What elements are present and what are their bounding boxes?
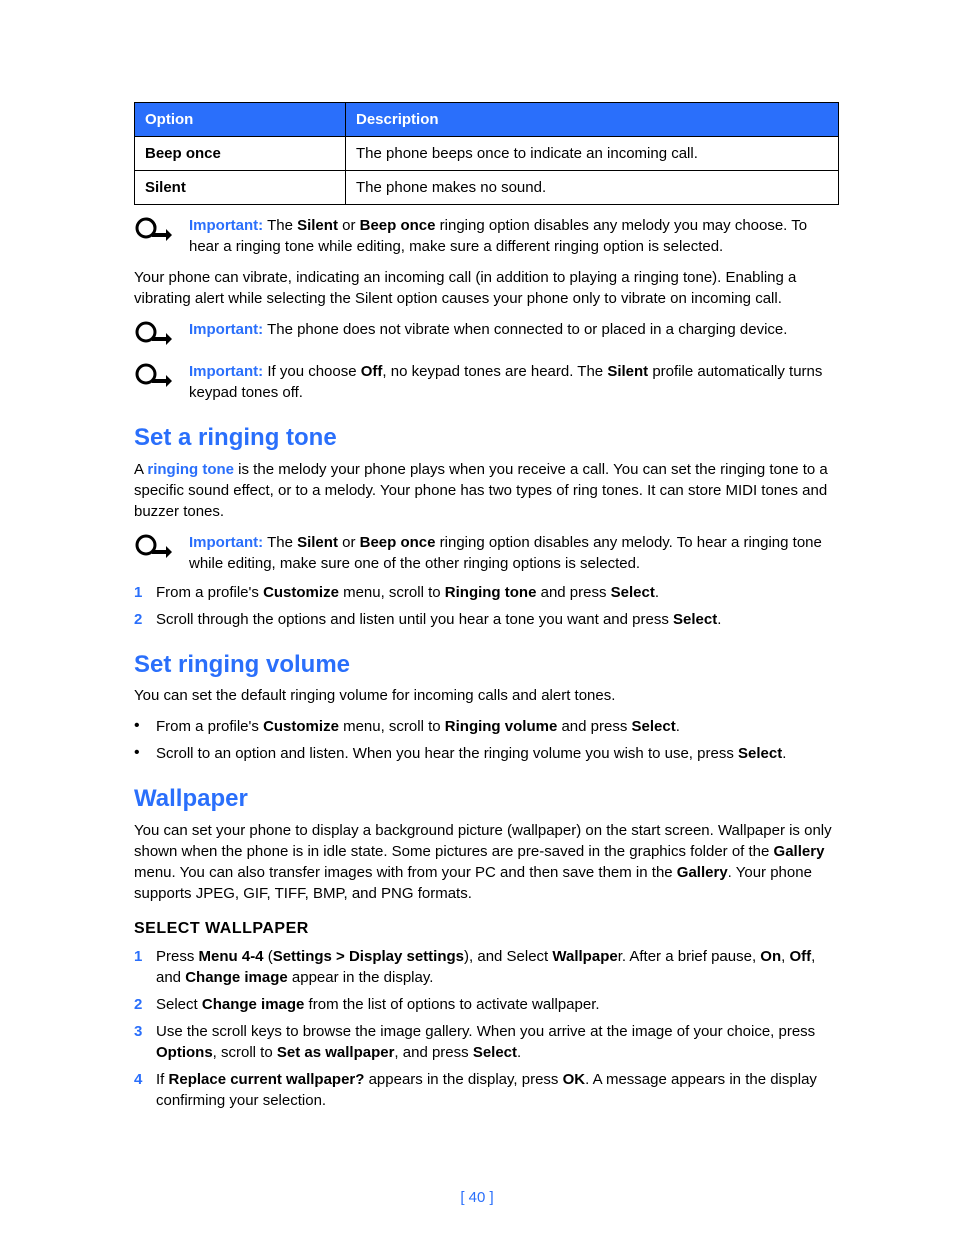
step-number: 1 (134, 582, 156, 603)
important-note: Important: The Silent or Beep once ringi… (134, 532, 839, 574)
list-item: 4 If Replace current wallpaper? appears … (134, 1069, 839, 1111)
page-number: [ 40 ] (0, 1187, 954, 1208)
important-label: Important: (189, 217, 263, 234)
table-header-row: Option Description (135, 103, 839, 137)
list-item: • Scroll to an option and listen. When y… (134, 743, 839, 764)
bullet-icon: • (134, 743, 156, 764)
term-ringing-tone: ringing tone (147, 461, 234, 478)
note-text: Important: The Silent or Beep once ringi… (189, 215, 839, 257)
note-text: Important: If you choose Off, no keypad … (189, 361, 839, 403)
cell-desc: The phone beeps once to indicate an inco… (346, 137, 839, 171)
cell-option: Beep once (135, 137, 346, 171)
table-row: Beep once The phone beeps once to indica… (135, 137, 839, 171)
important-note: Important: If you choose Off, no keypad … (134, 361, 839, 403)
list-item: 1 Press Menu 4-4 (Settings > Display set… (134, 946, 839, 988)
steps-ringing-tone: 1 From a profile's Customize menu, scrol… (134, 582, 839, 630)
important-note: Important: The Silent or Beep once ringi… (134, 215, 839, 257)
note-text: Important: The Silent or Beep once ringi… (189, 532, 839, 574)
steps-select-wallpaper: 1 Press Menu 4-4 (Settings > Display set… (134, 946, 839, 1111)
heading-wallpaper: Wallpaper (134, 782, 839, 816)
cell-desc: The phone makes no sound. (346, 171, 839, 205)
body-paragraph: You can set your phone to display a back… (134, 820, 839, 904)
step-number: 3 (134, 1021, 156, 1063)
step-number: 2 (134, 609, 156, 630)
col-description: Description (346, 103, 839, 137)
list-item: 2 Select Change image from the list of o… (134, 994, 839, 1015)
step-number: 4 (134, 1069, 156, 1111)
document-page: Option Description Beep once The phone b… (0, 0, 954, 1248)
body-paragraph: Your phone can vibrate, indicating an in… (134, 267, 839, 309)
heading-set-ringing-tone: Set a ringing tone (134, 421, 839, 455)
col-option: Option (135, 103, 346, 137)
important-label: Important: (189, 321, 263, 338)
important-icon (134, 215, 189, 249)
cell-option: Silent (135, 171, 346, 205)
note-text: Important: The phone does not vibrate wh… (189, 319, 839, 340)
bullets-ringing-volume: • From a profile's Customize menu, scrol… (134, 716, 839, 764)
options-table: Option Description Beep once The phone b… (134, 102, 839, 205)
list-item: • From a profile's Customize menu, scrol… (134, 716, 839, 737)
body-paragraph: A ringing tone is the melody your phone … (134, 459, 839, 522)
heading-set-ringing-volume: Set ringing volume (134, 648, 839, 682)
important-label: Important: (189, 534, 263, 551)
table-row: Silent The phone makes no sound. (135, 171, 839, 205)
step-number: 2 (134, 994, 156, 1015)
list-item: 2 Scroll through the options and listen … (134, 609, 839, 630)
bullet-icon: • (134, 716, 156, 737)
important-note: Important: The phone does not vibrate wh… (134, 319, 839, 353)
important-icon (134, 361, 189, 395)
important-label: Important: (189, 363, 263, 380)
subheading-select-wallpaper: SELECT WALLPAPER (134, 918, 839, 940)
step-number: 1 (134, 946, 156, 988)
important-icon (134, 319, 189, 353)
list-item: 3 Use the scroll keys to browse the imag… (134, 1021, 839, 1063)
important-icon (134, 532, 189, 566)
body-paragraph: You can set the default ringing volume f… (134, 685, 839, 706)
list-item: 1 From a profile's Customize menu, scrol… (134, 582, 839, 603)
